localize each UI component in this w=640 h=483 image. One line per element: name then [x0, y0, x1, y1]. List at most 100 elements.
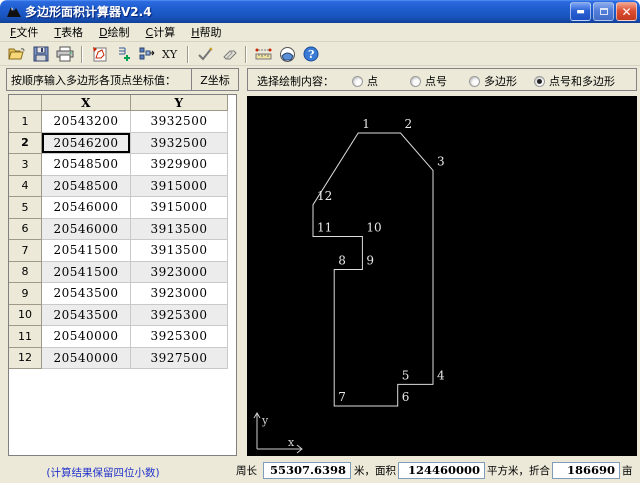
radio-point-number[interactable]: 点号 — [410, 73, 447, 89]
menu-item-h[interactable]: H帮助 — [183, 22, 229, 42]
vertex-label-3: 3 — [437, 154, 445, 168]
minimize-button[interactable]: ▬ — [570, 2, 591, 21]
vertex-label-7: 7 — [338, 390, 346, 404]
new-polygon-button[interactable] — [87, 44, 111, 65]
transfer-points-button[interactable] — [135, 44, 159, 65]
cell-y-2[interactable]: 3932500 — [131, 132, 228, 154]
polygon-canvas[interactable]: 1 2 3 4 5 6 7 8 9 10 11 12 y x — [247, 96, 637, 456]
vertex-label-8: 8 — [338, 254, 346, 268]
erase-button[interactable] — [217, 44, 241, 65]
cell-y-7[interactable]: 3913500 — [131, 240, 228, 262]
radio-point[interactable]: 点 — [352, 73, 378, 89]
cell-x-12[interactable]: 20540000 — [42, 347, 131, 369]
vertex-label-6: 6 — [402, 390, 410, 404]
row-number[interactable]: 12 — [9, 347, 42, 369]
radio-point-number-and-polygon[interactable]: 点号和多边形 — [534, 73, 615, 89]
printer-icon — [56, 46, 74, 62]
radio-unselected-icon — [352, 75, 363, 87]
svg-text:?: ? — [308, 48, 314, 61]
row-number[interactable]: 3 — [9, 154, 42, 176]
help-button[interactable]: ? — [299, 44, 323, 65]
z-coordinate-button[interactable]: Z坐标 — [191, 69, 238, 90]
cell-x-3[interactable]: 20548500 — [42, 154, 131, 176]
menu-item-c[interactable]: C计算 — [138, 22, 184, 42]
cell-y-9[interactable]: 3923000 — [131, 283, 228, 305]
cell-x-6[interactable]: 20546000 — [42, 218, 131, 240]
row-number[interactable]: 11 — [9, 326, 42, 348]
area-value: 124460000 — [398, 461, 485, 479]
eraser-icon — [221, 48, 238, 61]
title-bar: 多边形面积计算器V2.4 ▬ ✕ — [0, 0, 640, 23]
table-row: 1 20543200 3932500 — [9, 111, 236, 133]
radio-label: 点 — [367, 75, 378, 88]
vertex-label-5: 5 — [402, 368, 410, 382]
table-row: 2 20546200 3932500 — [9, 132, 236, 154]
polygon-plot: 1 2345678 9101112yx — [253, 117, 445, 454]
draw-area-button[interactable] — [275, 44, 299, 65]
xy-coordinates-button[interactable]: XY — [159, 44, 183, 65]
cell-y-5[interactable]: 3915000 — [131, 197, 228, 219]
cell-x-2[interactable]: 20546200 — [42, 132, 131, 154]
measure-button[interactable] — [251, 44, 275, 65]
row-number[interactable]: 6 — [9, 218, 42, 240]
coordinate-input-label: 按顺序输入多边形各顶点坐标值： — [11, 73, 176, 87]
print-button[interactable] — [53, 44, 77, 65]
radio-label: 点号 — [425, 75, 447, 88]
cell-x-4[interactable]: 20548500 — [42, 175, 131, 197]
close-button[interactable]: ✕ — [616, 2, 637, 21]
cell-x-8[interactable]: 20541500 — [42, 261, 131, 283]
table-row: 10 20543500 3925300 — [9, 304, 236, 326]
row-number[interactable]: 1 — [9, 111, 42, 133]
row-number[interactable]: 9 — [9, 283, 42, 305]
cell-y-12[interactable]: 3927500 — [131, 347, 228, 369]
cell-x-1[interactable]: 20543200 — [42, 111, 131, 133]
vertex-label-2: 2 — [405, 117, 413, 131]
vertex-label-10: 10 — [366, 221, 381, 235]
row-number[interactable]: 7 — [9, 240, 42, 262]
vertex-label-11: 11 — [317, 221, 332, 235]
radio-polygon[interactable]: 多边形 — [469, 73, 517, 89]
row-number[interactable]: 8 — [9, 261, 42, 283]
column-header-x: X — [42, 95, 131, 111]
cell-x-5[interactable]: 20546000 — [42, 197, 131, 219]
floppy-save-icon — [33, 46, 49, 62]
row-number[interactable]: 10 — [9, 304, 42, 326]
row-number[interactable]: 5 — [9, 197, 42, 219]
toolbar-separator — [187, 45, 189, 63]
vertex-label-4: 4 — [437, 368, 445, 382]
maximize-button[interactable] — [593, 2, 614, 21]
table-row: 3 20548500 3929900 — [9, 154, 236, 176]
cell-y-6[interactable]: 3913500 — [131, 218, 228, 240]
cell-x-11[interactable]: 20540000 — [42, 326, 131, 348]
cell-y-11[interactable]: 3925300 — [131, 326, 228, 348]
cell-x-7[interactable]: 20541500 — [42, 240, 131, 262]
menu-item-t[interactable]: T表格 — [46, 22, 91, 42]
perimeter-value: 55307.6398 — [263, 461, 351, 479]
insert-row-button[interactable] — [111, 44, 135, 65]
cell-y-8[interactable]: 3923000 — [131, 261, 228, 283]
save-button[interactable] — [29, 44, 53, 65]
cell-y-10[interactable]: 3925300 — [131, 304, 228, 326]
circle-area-icon — [279, 46, 296, 63]
row-number[interactable]: 2 — [9, 132, 42, 154]
row-number[interactable]: 4 — [9, 175, 42, 197]
menu-item-d[interactable]: D绘制 — [91, 22, 137, 42]
radio-unselected-icon — [410, 75, 421, 87]
cell-x-10[interactable]: 20543500 — [42, 304, 131, 326]
check-icon — [197, 46, 214, 62]
vertex-label-9: 9 — [366, 254, 374, 268]
cell-y-1[interactable]: 3932500 — [131, 111, 228, 133]
polygon-page-icon — [91, 46, 108, 62]
cell-y-3[interactable]: 3929900 — [131, 154, 228, 176]
cell-y-4[interactable]: 3915000 — [131, 175, 228, 197]
polygon-outline — [312, 132, 434, 407]
radio-label: 多边形 — [484, 75, 517, 88]
open-button[interactable] — [5, 44, 29, 65]
calculate-button[interactable] — [193, 44, 217, 65]
menu-item-f[interactable]: F文件 — [2, 22, 46, 42]
radio-unselected-icon — [469, 75, 480, 87]
draw-options-bar: 选择绘制内容： 点 点号 多边形 点号和多边形 — [247, 68, 637, 91]
cell-x-9[interactable]: 20543500 — [42, 283, 131, 305]
x-axis-label: x — [288, 436, 295, 449]
table-row: 7 20541500 3913500 — [9, 240, 236, 262]
